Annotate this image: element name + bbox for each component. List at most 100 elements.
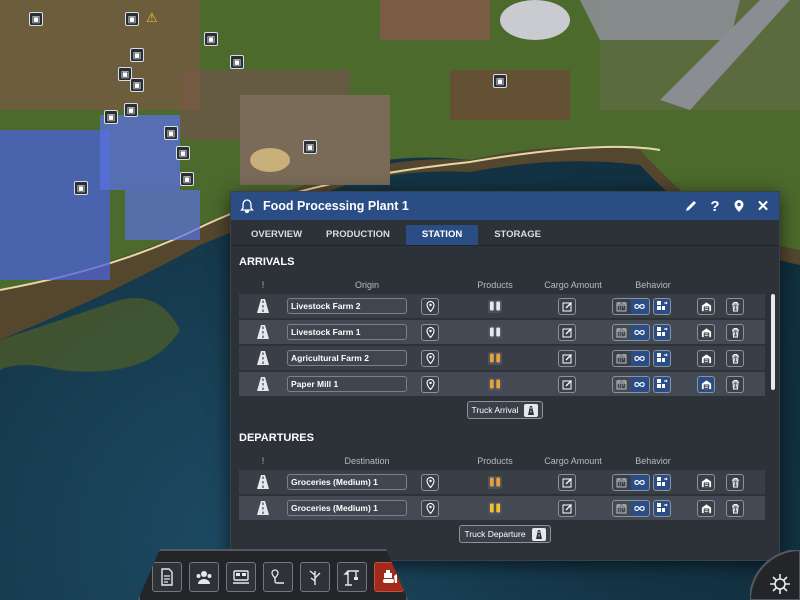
close-icon[interactable]: ✕: [755, 198, 771, 215]
locate-pin-icon[interactable]: [421, 473, 439, 491]
trash-icon[interactable]: [726, 473, 744, 491]
behavior-column-header: Behavior: [635, 280, 671, 290]
infinity-icon[interactable]: [630, 474, 649, 490]
tab-station[interactable]: STATION: [405, 225, 479, 245]
livestock-icon[interactable]: [488, 299, 502, 313]
pencil-icon[interactable]: [683, 198, 699, 214]
departure-name-field[interactable]: Groceries (Medium) 1: [287, 500, 407, 516]
behavior-cell: [591, 323, 691, 341]
infinity-icon[interactable]: [630, 350, 649, 366]
tab-production[interactable]: PRODUCTION: [314, 225, 402, 245]
cargo-amount-edit-icon[interactable]: [558, 297, 576, 315]
building-marker[interactable]: ▣: [124, 103, 138, 117]
trash-icon[interactable]: [726, 323, 744, 341]
calendar-icon[interactable]: [613, 475, 631, 490]
tree-icon[interactable]: [300, 562, 330, 592]
product-cell: [447, 325, 543, 339]
arrival-name-field[interactable]: Livestock Farm 1: [287, 324, 407, 340]
calendar-icon[interactable]: [613, 351, 631, 366]
locate-pin-icon[interactable]: [421, 323, 439, 341]
arrival-row: Livestock Farm 1: [239, 320, 765, 344]
locate-pin-icon[interactable]: [421, 297, 439, 315]
building-marker[interactable]: ▣: [303, 140, 317, 154]
behavior-cell: [591, 375, 691, 393]
truck-road-icon: [239, 474, 287, 490]
unload-behavior-icon[interactable]: [652, 375, 671, 393]
warehouse-icon[interactable]: [697, 323, 715, 341]
paper-icon[interactable]: [488, 377, 502, 391]
building-marker[interactable]: ▣: [204, 32, 218, 46]
building-marker[interactable]: ▣: [125, 12, 139, 26]
warehouse-icon[interactable]: [697, 297, 715, 315]
help-icon[interactable]: ?: [707, 198, 723, 215]
calendar-icon[interactable]: [613, 325, 631, 340]
truck-station-marker[interactable]: ▣: [180, 172, 194, 186]
train-icon[interactable]: [226, 562, 256, 592]
radial-menu-icon[interactable]: [750, 550, 800, 600]
departure-name-field[interactable]: Groceries (Medium) 1: [287, 474, 407, 490]
crane-icon[interactable]: [337, 562, 367, 592]
infinity-icon[interactable]: [630, 298, 649, 314]
cargo-amount-edit-icon[interactable]: [558, 473, 576, 491]
cargo-amount-edit-icon[interactable]: [558, 323, 576, 341]
locate-icon[interactable]: [731, 198, 747, 214]
trash-icon[interactable]: [726, 349, 744, 367]
locate-pin-icon[interactable]: [421, 349, 439, 367]
trash-icon[interactable]: [726, 297, 744, 315]
bell-icon: [240, 199, 254, 214]
building-window: Food Processing Plant 1 ? ✕ OVERVIEW PRO…: [230, 191, 780, 561]
building-marker[interactable]: ▣: [230, 55, 244, 69]
truck-station-marker[interactable]: ▣: [164, 126, 178, 140]
infinity-icon[interactable]: [630, 376, 649, 392]
food-icon[interactable]: [488, 501, 502, 515]
warning-icon[interactable]: ⚠: [146, 11, 160, 24]
calendar-icon[interactable]: [613, 299, 631, 314]
warehouse-icon[interactable]: [697, 375, 715, 393]
truck-station-marker[interactable]: ▣: [130, 48, 144, 62]
calendar-icon[interactable]: [613, 501, 631, 516]
truck-road-icon: [239, 350, 287, 366]
locate-pin-icon[interactable]: [421, 375, 439, 393]
arrivals-scrollbar[interactable]: [771, 294, 775, 390]
add-truck-arrival-button[interactable]: Truck Arrival: [466, 401, 544, 419]
truck-road-icon: [239, 500, 287, 516]
unload-behavior-icon[interactable]: [652, 499, 671, 517]
tab-overview[interactable]: OVERVIEW: [239, 225, 314, 245]
route-icon[interactable]: [263, 562, 293, 592]
unload-behavior-icon[interactable]: [652, 297, 671, 315]
warehouse-icon[interactable]: [697, 473, 715, 491]
cargo-amount-edit-icon[interactable]: [558, 375, 576, 393]
arrival-name-field[interactable]: Agricultural Farm 2: [287, 350, 407, 366]
schedule-toggle: [611, 375, 650, 393]
food-icon[interactable]: [488, 475, 502, 489]
trash-icon[interactable]: [726, 499, 744, 517]
warehouse-icon[interactable]: [697, 349, 715, 367]
arrival-name-field[interactable]: Livestock Farm 2: [287, 298, 407, 314]
cargo-amount-edit-icon[interactable]: [558, 499, 576, 517]
infinity-icon[interactable]: [630, 324, 649, 340]
window-titlebar[interactable]: Food Processing Plant 1 ? ✕: [231, 192, 779, 220]
locate-pin-icon[interactable]: [421, 499, 439, 517]
people-icon[interactable]: [189, 562, 219, 592]
trash-icon[interactable]: [726, 375, 744, 393]
livestock-icon[interactable]: [488, 325, 502, 339]
infinity-icon[interactable]: [630, 500, 649, 516]
document-icon[interactable]: [152, 562, 182, 592]
building-marker[interactable]: ▣: [74, 181, 88, 195]
cargo-amount-edit-icon[interactable]: [558, 349, 576, 367]
truck-station-marker[interactable]: ▣: [176, 146, 190, 160]
unload-behavior-icon[interactable]: [652, 323, 671, 341]
train-station-marker[interactable]: ▣: [29, 12, 43, 26]
product-cell: [447, 351, 543, 365]
warehouse-icon[interactable]: [697, 499, 715, 517]
grain-icon[interactable]: [488, 351, 502, 365]
truck-station-marker[interactable]: ▣: [130, 78, 144, 92]
arrival-name-field[interactable]: Paper Mill 1: [287, 376, 407, 392]
tab-storage[interactable]: STORAGE: [482, 225, 553, 245]
unload-behavior-icon[interactable]: [652, 349, 671, 367]
calendar-icon[interactable]: [613, 377, 631, 392]
building-marker[interactable]: ▣: [493, 74, 507, 88]
truck-station-marker[interactable]: ▣: [104, 110, 118, 124]
add-truck-departure-button[interactable]: Truck Departure: [459, 525, 551, 543]
unload-behavior-icon[interactable]: [652, 473, 671, 491]
